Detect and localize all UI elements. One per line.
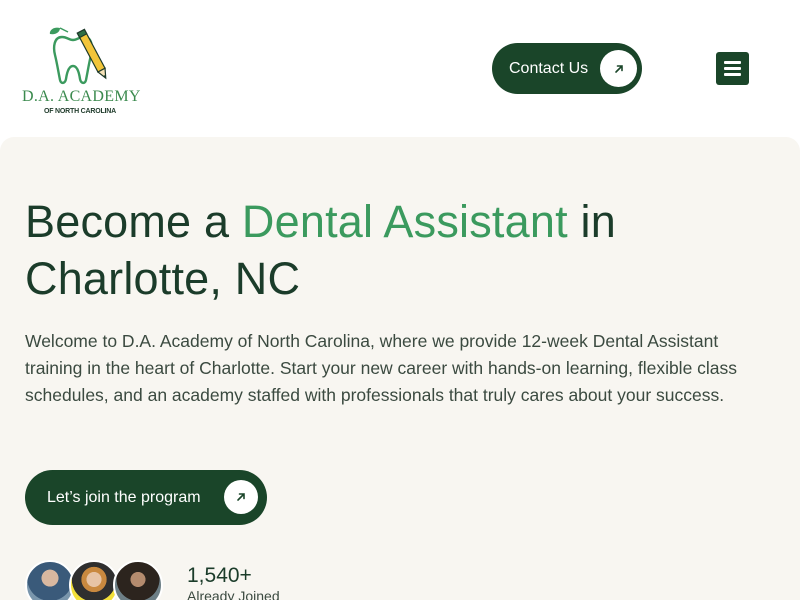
site-header: D.A. ACADEMY OF NORTH CAROLINA Contact U… [0, 0, 800, 137]
avatar [69, 560, 119, 600]
logo-subtitle: OF NORTH CAROLINA [43, 108, 117, 115]
student-avatars [25, 560, 175, 600]
title-accent: Dental Assistant [241, 196, 568, 247]
avatar [25, 560, 75, 600]
join-program-button[interactable]: Let’s join the program [25, 470, 267, 525]
avatar [113, 560, 163, 600]
joined-count: 1,540+ [187, 564, 252, 587]
hero-section: Become a Dental Assistant in Charlotte, … [0, 137, 800, 600]
join-program-label: Let’s join the program [47, 488, 201, 506]
arrow-up-right-icon [224, 480, 258, 514]
arrow-up-right-icon [600, 50, 637, 87]
logo-name: D.A. ACADEMY [22, 88, 141, 105]
title-part-1: Become a [25, 196, 242, 247]
contact-us-button[interactable]: Contact Us [492, 43, 642, 94]
academy-logo[interactable]: D.A. ACADEMY OF NORTH CAROLINA [22, 22, 141, 118]
menu-line [724, 61, 741, 64]
hero-description: Welcome to D.A. Academy of North Carolin… [25, 331, 738, 405]
menu-line [724, 73, 741, 76]
hamburger-menu-icon[interactable] [716, 52, 749, 85]
contact-us-label: Contact Us [509, 59, 589, 77]
tooth-pencil-logo-icon [49, 27, 107, 85]
menu-line [724, 67, 741, 70]
joined-label: Already Joined [187, 588, 280, 600]
hero-title: Become a Dental Assistant in Charlotte, … [25, 193, 765, 307]
